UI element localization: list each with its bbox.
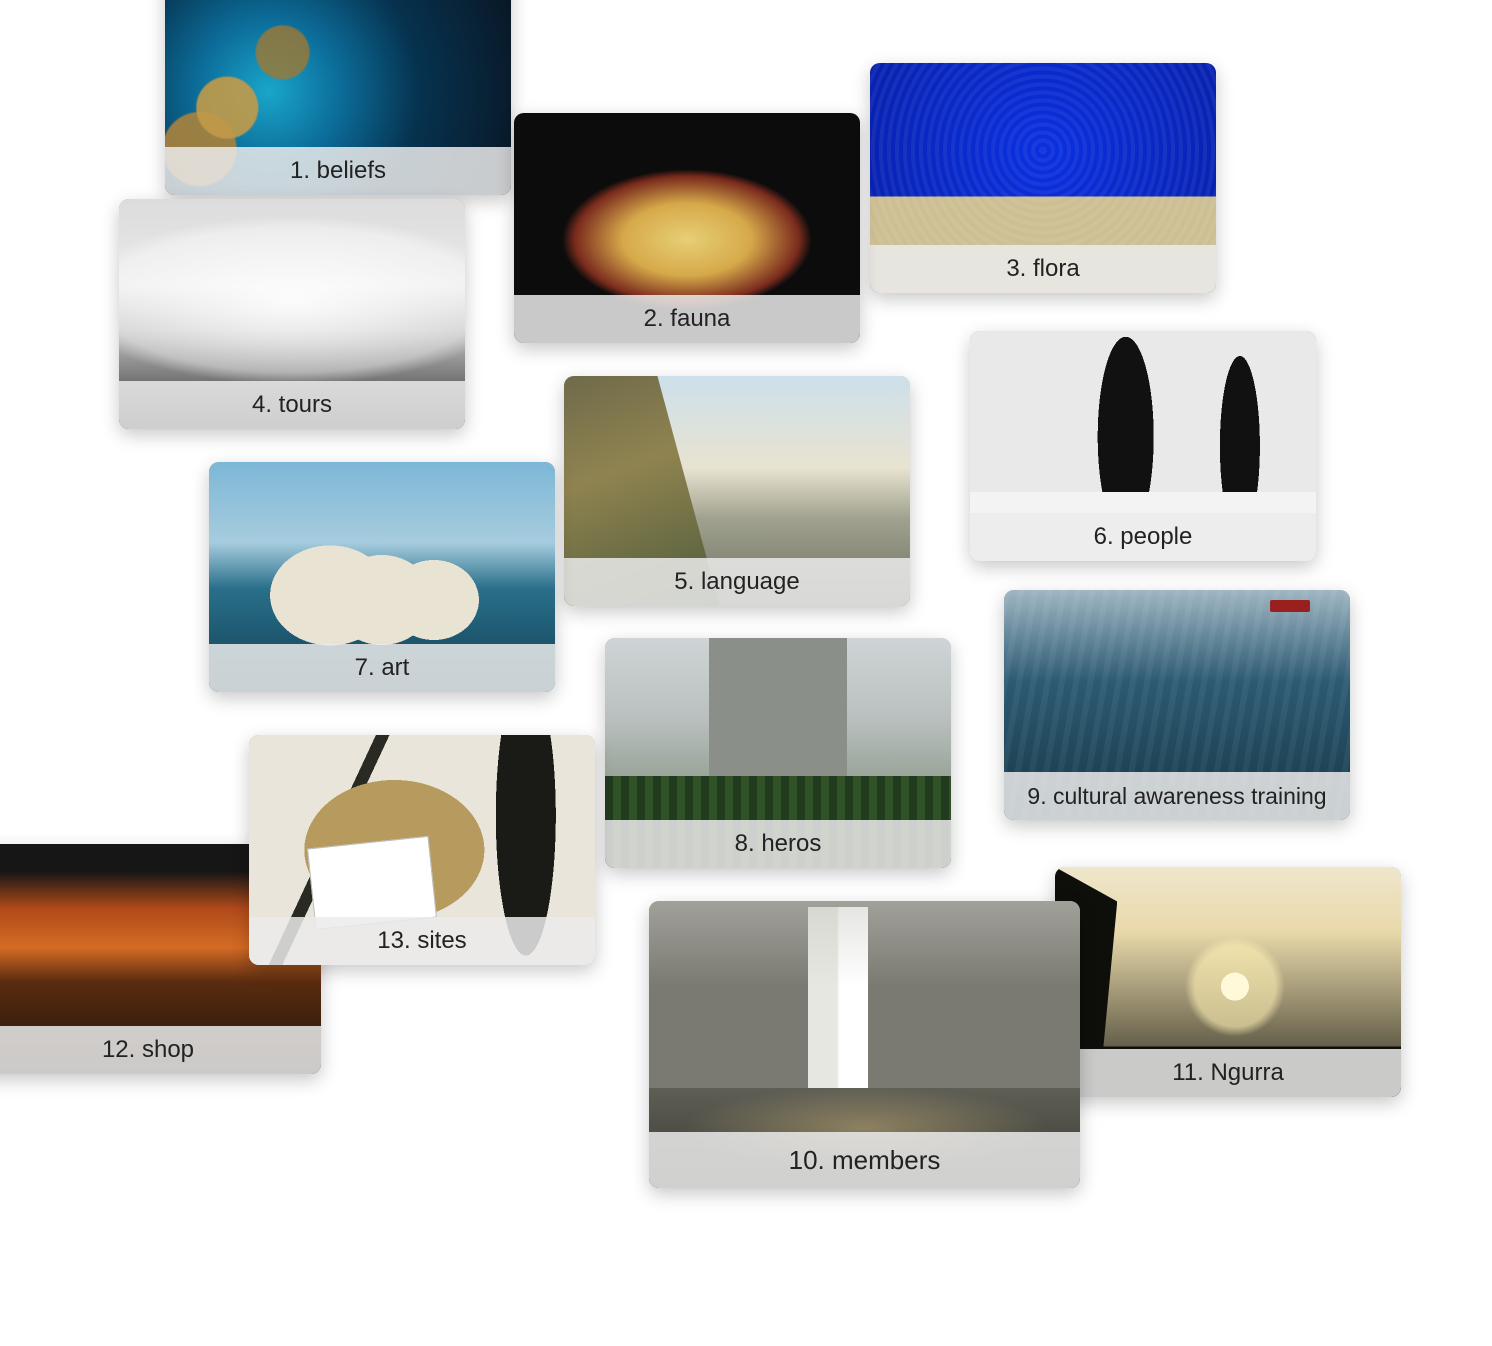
card-flora[interactable]: 3. flora <box>870 63 1216 293</box>
card-caption: 5. language <box>564 558 910 606</box>
card-sites[interactable]: 13. sites <box>249 735 595 965</box>
card-language[interactable]: 5. language <box>564 376 910 606</box>
card-tours[interactable]: 4. tours <box>119 199 465 429</box>
card-beliefs[interactable]: 1. beliefs <box>165 0 511 195</box>
card-people[interactable]: 6. people <box>970 331 1316 561</box>
card-caption: 9. cultural awareness training <box>1004 772 1350 820</box>
card-caption: 10. members <box>649 1132 1080 1188</box>
card-caption: 13. sites <box>249 917 595 965</box>
card-members[interactable]: 10. members <box>649 901 1080 1188</box>
card-collage: 1. beliefs 3. flora 4. tours 2. fauna 6.… <box>0 0 1492 1346</box>
card-caption: 1. beliefs <box>165 147 511 195</box>
card-caption: 12. shop <box>0 1026 321 1074</box>
card-caption: 6. people <box>970 513 1316 561</box>
card-caption: 4. tours <box>119 381 465 429</box>
card-caption: 2. fauna <box>514 295 860 343</box>
card-cultural-awareness-training[interactable]: 9. cultural awareness training <box>1004 590 1350 820</box>
card-heros[interactable]: 8. heros <box>605 638 951 868</box>
card-art[interactable]: 7. art <box>209 462 555 692</box>
card-caption: 7. art <box>209 644 555 692</box>
card-ngurra[interactable]: 11. Ngurra <box>1055 867 1401 1097</box>
card-fauna[interactable]: 2. fauna <box>514 113 860 343</box>
card-caption: 3. flora <box>870 245 1216 293</box>
card-caption: 11. Ngurra <box>1055 1049 1401 1097</box>
card-caption: 8. heros <box>605 820 951 868</box>
